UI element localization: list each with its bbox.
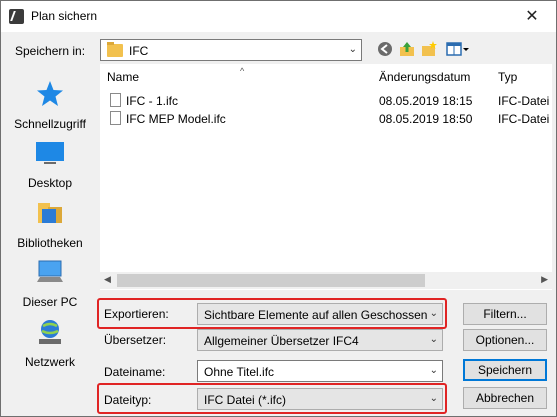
translator-label: Übersetzer: <box>104 333 167 347</box>
column-header-type[interactable]: Typ <box>498 70 517 84</box>
chevron-down-icon: ⌄ <box>429 334 438 345</box>
export-highlight <box>97 298 447 329</box>
window-title: Plan sichern <box>31 9 98 23</box>
file-row[interactable]: IFC - 1.ifc 08.05.2019 18:15 IFC-Datei <box>100 92 552 110</box>
place-desktop[interactable]: Desktop <box>7 137 93 190</box>
new-folder-icon[interactable] <box>421 41 437 57</box>
filter-button[interactable]: Filtern... <box>463 303 547 325</box>
file-type: IFC-Datei <box>498 112 550 126</box>
save-in-label: Speichern in: <box>15 44 86 58</box>
place-label: Desktop <box>27 176 73 190</box>
filename-value: Ohne Titel.ifc <box>204 365 275 379</box>
place-label: Bibliotheken <box>17 236 83 250</box>
file-icon <box>110 111 121 125</box>
place-this-pc[interactable]: Dieser PC <box>7 256 93 309</box>
filetype-highlight <box>97 383 447 414</box>
computer-icon <box>37 260 63 282</box>
title-bar: Plan sichern ✕ <box>1 1 556 32</box>
places-bar: Schnellzugriff Desktop Bibliotheken Dies… <box>7 64 93 391</box>
column-header-date[interactable]: Änderungsdatum <box>379 70 470 84</box>
save-button[interactable]: Speichern <box>463 359 547 381</box>
filename-field[interactable]: Ohne Titel.ifc ⌄ <box>197 360 443 382</box>
options-button[interactable]: Optionen... <box>463 329 547 351</box>
save-in-value: IFC <box>129 44 149 58</box>
place-label: Netzwerk <box>24 355 75 369</box>
file-name: IFC MEP Model.ifc <box>126 112 226 126</box>
chevron-down-icon: ⌄ <box>348 44 357 55</box>
app-icon <box>9 9 24 24</box>
up-folder-icon[interactable] <box>399 41 415 57</box>
save-in-combo[interactable]: IFC ⌄ <box>100 39 362 61</box>
save-dialog: Plan sichern ✕ Speichern in: IFC ⌄ Schne… <box>0 0 557 417</box>
horizontal-scrollbar[interactable]: ◀ ▶ <box>100 272 552 289</box>
place-label: Dieser PC <box>22 295 78 309</box>
place-network[interactable]: Netzwerk <box>7 316 93 369</box>
star-icon <box>37 81 63 106</box>
file-list[interactable]: Name ^ Änderungsdatum Typ IFC - 1.ifc 08… <box>100 64 552 290</box>
place-quick-access[interactable]: Schnellzugriff <box>7 78 93 131</box>
filename-label: Dateiname: <box>104 365 166 379</box>
back-icon[interactable] <box>377 41 393 57</box>
file-type: IFC-Datei <box>498 94 550 108</box>
scrollbar-thumb[interactable] <box>117 274 425 287</box>
file-date: 08.05.2019 18:50 <box>379 112 473 126</box>
file-date: 08.05.2019 18:15 <box>379 94 473 108</box>
view-menu-icon[interactable] <box>446 41 470 57</box>
desktop-icon <box>36 142 64 164</box>
place-libraries[interactable]: Bibliotheken <box>7 197 93 250</box>
file-row[interactable]: IFC MEP Model.ifc 08.05.2019 18:50 IFC-D… <box>100 110 552 128</box>
scroll-left-icon[interactable]: ◀ <box>104 274 111 285</box>
file-name: IFC - 1.ifc <box>126 94 179 108</box>
close-icon[interactable]: ✕ <box>510 1 554 32</box>
column-header-name[interactable]: Name ^ <box>107 66 244 84</box>
folder-icon <box>107 42 123 57</box>
cancel-button[interactable]: Abbrechen <box>463 387 547 409</box>
sort-indicator-icon: ^ <box>240 66 245 76</box>
chevron-down-icon: ⌄ <box>429 365 438 376</box>
library-icon <box>38 203 62 223</box>
scroll-right-icon[interactable]: ▶ <box>541 274 548 285</box>
column-label: Name <box>107 70 140 84</box>
translator-select[interactable]: Allgemeiner Übersetzer IFC4 ⌄ <box>197 329 443 351</box>
translator-value: Allgemeiner Übersetzer IFC4 <box>204 334 359 348</box>
network-icon <box>39 320 61 344</box>
place-label: Schnellzugriff <box>14 117 86 131</box>
file-icon <box>110 93 121 107</box>
